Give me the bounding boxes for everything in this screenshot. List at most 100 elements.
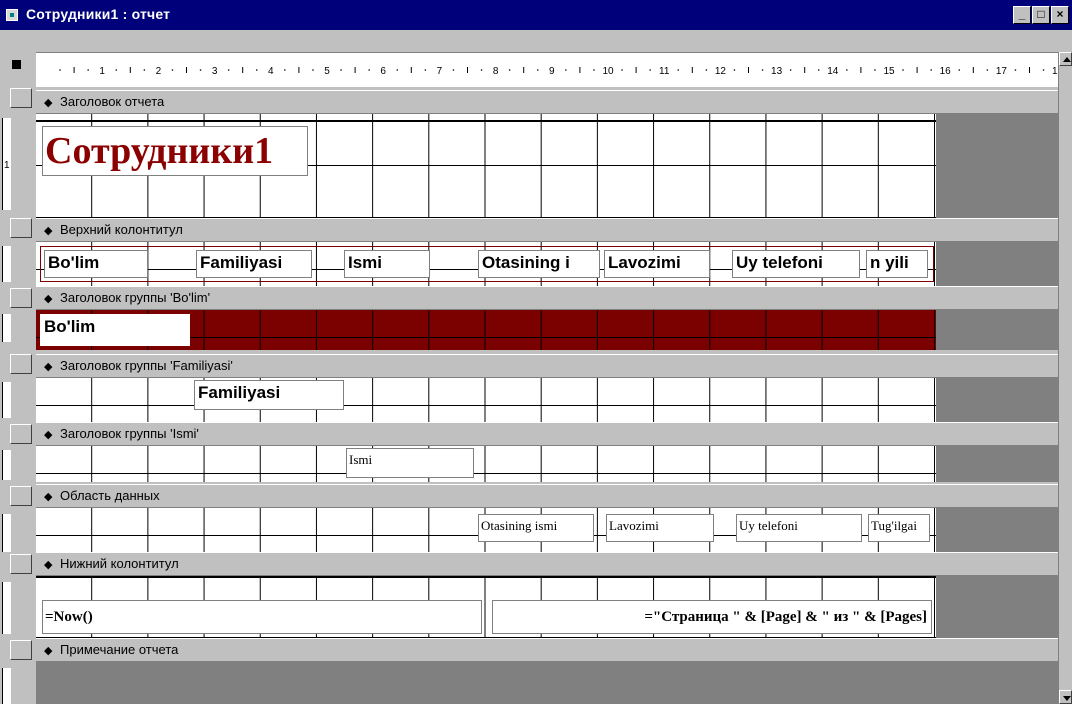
close-button[interactable]: × bbox=[1051, 6, 1069, 24]
section-select-box[interactable] bbox=[10, 88, 32, 108]
section-page-footer[interactable]: =Now() ="Страница " & [Page] & " из " & … bbox=[36, 576, 1058, 638]
field-otasining-ismi[interactable]: Otasining ismi bbox=[478, 514, 594, 542]
vertical-scrollbar[interactable] bbox=[1058, 52, 1072, 704]
section-group-ismi[interactable]: Ismi bbox=[36, 446, 1058, 482]
section-selector-page-footer[interactable] bbox=[0, 552, 36, 576]
ruler-tick bbox=[733, 69, 736, 71]
label-uy-telefoni[interactable]: Uy telefoni bbox=[732, 250, 860, 278]
report-title-label[interactable]: Сотрудники1 bbox=[42, 126, 308, 176]
section-selector-group-ismi[interactable] bbox=[0, 422, 36, 446]
section-group-familiyasi[interactable]: Familiyasi bbox=[36, 378, 1058, 422]
ruler-tick bbox=[452, 69, 455, 71]
band-report-header[interactable]: ◆ Заголовок отчета bbox=[36, 90, 1058, 114]
ruler-tick bbox=[1042, 69, 1045, 71]
ruler-tick bbox=[817, 69, 820, 71]
title-bar[interactable]: Сотрудники1 : отчет _ □ × bbox=[0, 0, 1072, 30]
ruler-mark: 15 bbox=[883, 66, 895, 77]
ruler-mark: 13 bbox=[771, 66, 783, 77]
report-design-window: Сотрудники1 : отчет _ □ × 1 2 3 4 5 6 7 8 9 10 11 1… bbox=[0, 0, 1072, 704]
hand-pointer-icon: ◆ bbox=[44, 645, 53, 657]
label-bolim[interactable]: Bo'lim bbox=[44, 250, 148, 278]
ruler-tick bbox=[396, 69, 399, 71]
band-page-header[interactable]: ◆ Верхний колонтитул bbox=[36, 218, 1058, 242]
minimize-button[interactable]: _ bbox=[1013, 6, 1031, 24]
field-lavozimi[interactable]: Lavozimi bbox=[606, 514, 714, 542]
report-icon[interactable] bbox=[6, 9, 18, 21]
scroll-down-button[interactable] bbox=[1059, 690, 1072, 704]
ruler-tick bbox=[621, 69, 623, 71]
horizontal-ruler[interactable]: 123456789101112131415161718 bbox=[36, 52, 1058, 87]
ruler-tick bbox=[930, 69, 932, 71]
section-selector-report-header[interactable] bbox=[0, 86, 36, 110]
section-selector-detail[interactable] bbox=[0, 484, 36, 508]
field-now[interactable]: =Now() bbox=[42, 600, 482, 634]
ruler-tick bbox=[677, 69, 680, 71]
ruler-tick bbox=[284, 69, 286, 71]
ruler-tick bbox=[312, 69, 314, 71]
hand-pointer-icon: ◆ bbox=[44, 293, 53, 305]
section-page-header[interactable]: Bo'lim Familiyasi Ismi Otasining i Lavoz… bbox=[36, 242, 1058, 286]
label-tugilgan-yili[interactable]: n yili bbox=[866, 250, 928, 278]
field-ismi[interactable]: Ismi bbox=[346, 448, 474, 478]
ruler-tick bbox=[368, 69, 370, 71]
band-detail[interactable]: ◆ Область данных bbox=[36, 484, 1058, 508]
label-familiyasi[interactable]: Familiyasi bbox=[196, 250, 312, 278]
band-group-ismi[interactable]: ◆ Заголовок группы 'Ismi' bbox=[36, 422, 1058, 446]
section-selector-page-header[interactable] bbox=[0, 216, 36, 240]
section-report-footer[interactable] bbox=[36, 662, 1058, 704]
band-caption: Заголовок группы 'Bo'lim' bbox=[60, 290, 211, 305]
hand-pointer-icon: ◆ bbox=[44, 491, 53, 503]
arrow-down-icon bbox=[1063, 696, 1071, 701]
label-otasining[interactable]: Otasining i bbox=[478, 250, 600, 278]
ruler-tick bbox=[536, 69, 539, 71]
ruler-tick bbox=[255, 69, 258, 71]
ruler-tick bbox=[902, 69, 904, 71]
scroll-up-button[interactable] bbox=[1059, 52, 1072, 66]
ruler-tick bbox=[143, 69, 146, 71]
band-report-footer[interactable]: ◆ Примечание отчета bbox=[36, 638, 1058, 662]
hand-pointer-icon: ◆ bbox=[44, 429, 53, 441]
hand-pointer-icon: ◆ bbox=[44, 97, 53, 109]
ruler-mark: 6 bbox=[380, 66, 386, 77]
hand-pointer-icon: ◆ bbox=[44, 559, 53, 571]
ruler-mark: 5 bbox=[324, 66, 330, 77]
ruler-mark: 10 bbox=[602, 66, 614, 77]
band-caption: Верхний колонтитул bbox=[60, 222, 183, 237]
window-title: Сотрудники1 : отчет bbox=[26, 6, 171, 22]
section-selector-group-bolim[interactable] bbox=[0, 286, 36, 310]
band-caption: Нижний колонтитул bbox=[60, 556, 179, 571]
ruler-tick bbox=[761, 69, 764, 71]
ruler-tick bbox=[115, 69, 118, 71]
section-group-bolim[interactable]: Bo'lim bbox=[36, 310, 1058, 350]
ruler-mark: 3 bbox=[212, 66, 218, 77]
band-caption: Заголовок группы 'Ismi' bbox=[60, 426, 199, 441]
field-uy-telefoni[interactable]: Uy telefoni bbox=[736, 514, 862, 542]
field-tugilgan[interactable]: Tug'ilgai bbox=[868, 514, 930, 542]
vruler-report-header: 1 bbox=[0, 110, 36, 214]
ruler-tick bbox=[593, 69, 595, 71]
band-group-familiyasi[interactable]: ◆ Заголовок группы 'Familiyasi' bbox=[36, 354, 1058, 378]
field-page-number[interactable]: ="Страница " & [Page] & " из " & [Pages] bbox=[492, 600, 932, 634]
ruler-mark: 8 bbox=[493, 66, 499, 77]
field-bolim[interactable]: Bo'lim bbox=[40, 314, 190, 346]
hand-pointer-icon: ◆ bbox=[44, 361, 53, 373]
ruler-tick bbox=[846, 69, 848, 71]
band-page-footer[interactable]: ◆ Нижний колонтитул bbox=[36, 552, 1058, 576]
vertical-ruler[interactable]: 1 bbox=[0, 86, 36, 704]
select-report-box[interactable] bbox=[0, 52, 36, 86]
ruler-mark: 12 bbox=[715, 66, 727, 77]
section-selector-group-familiyasi[interactable] bbox=[0, 352, 36, 376]
ruler-tick bbox=[87, 69, 89, 71]
ruler-mark: 4 bbox=[268, 66, 274, 77]
section-detail[interactable]: Otasining ismi Lavozimi Uy telefoni Tug'… bbox=[36, 508, 1058, 552]
section-selector-report-footer[interactable] bbox=[0, 638, 36, 662]
maximize-button[interactable]: □ bbox=[1032, 6, 1050, 24]
band-group-bolim[interactable]: ◆ Заголовок группы 'Bo'lim' bbox=[36, 286, 1058, 310]
label-ismi[interactable]: Ismi bbox=[344, 250, 430, 278]
field-familiyasi[interactable]: Familiyasi bbox=[194, 380, 344, 410]
report-design-canvas: ◆ Заголовок отчета Сотрудники1 ◆ Верхний к… bbox=[36, 86, 1058, 704]
section-report-header[interactable]: Сотрудники1 bbox=[36, 114, 1058, 218]
select-report-icon bbox=[12, 60, 21, 69]
ruler-tick bbox=[565, 69, 567, 71]
label-lavozimi[interactable]: Lavozimi bbox=[604, 250, 710, 278]
